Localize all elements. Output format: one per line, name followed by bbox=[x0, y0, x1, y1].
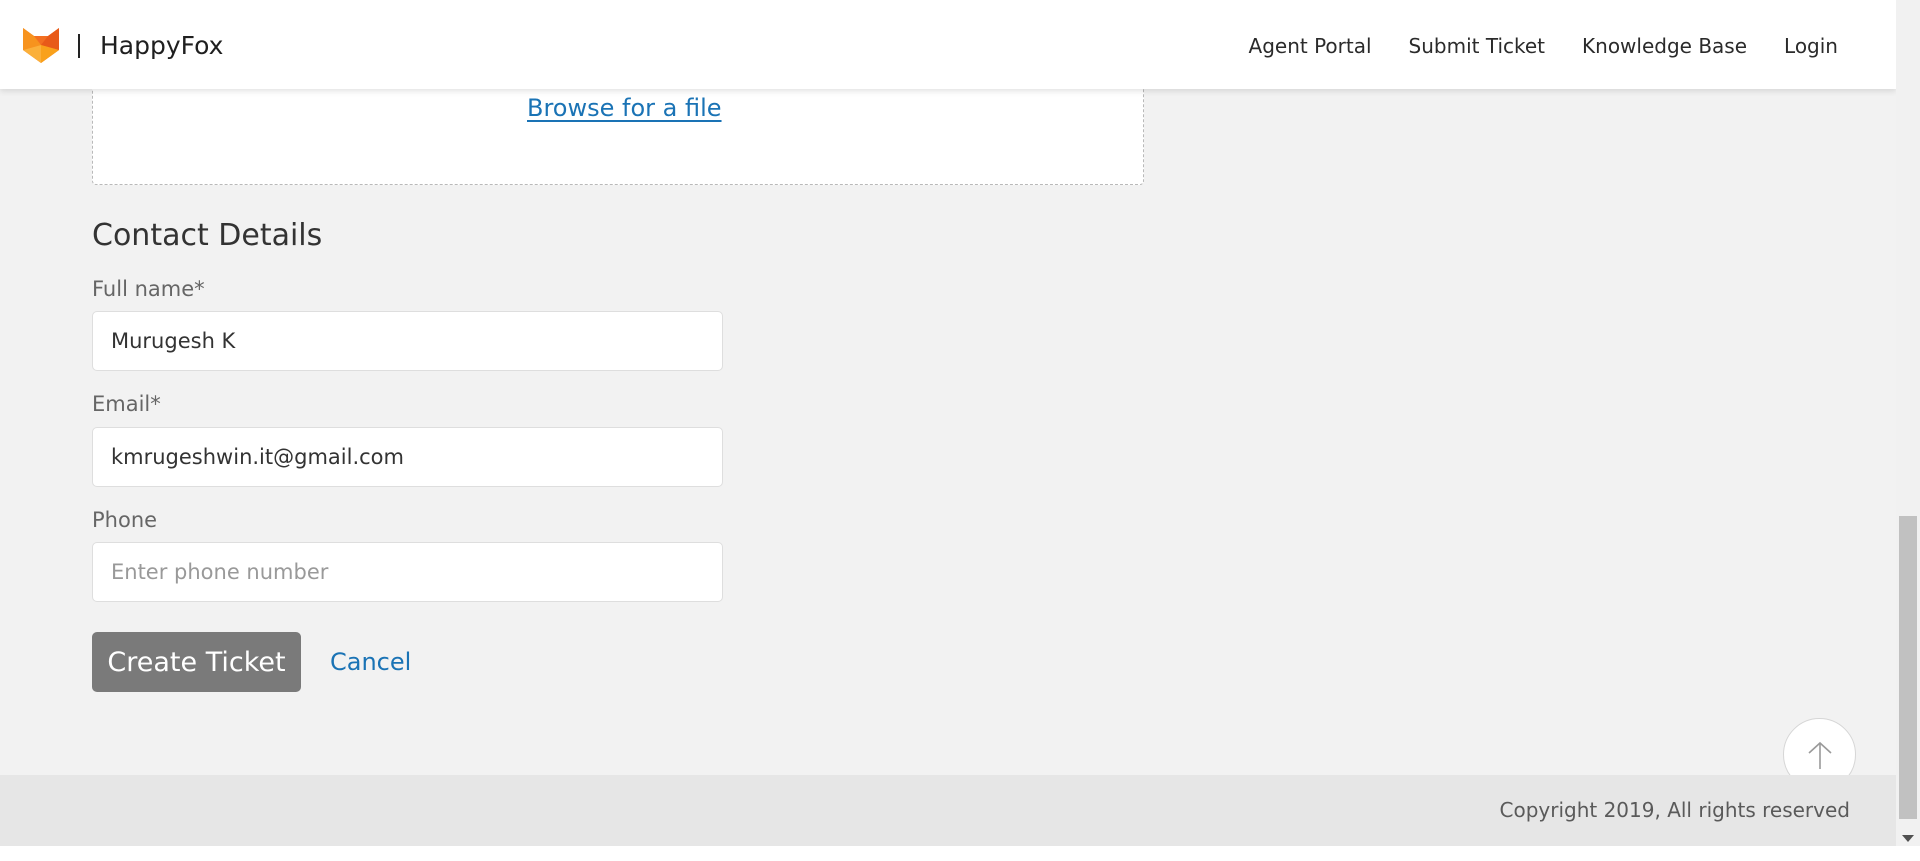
browse-file-link[interactable]: Browse for a file bbox=[527, 94, 722, 122]
page-footer: Copyright 2019, All rights reserved bbox=[0, 775, 1896, 846]
copyright-text: Copyright 2019, All rights reserved bbox=[1499, 798, 1851, 822]
phone-label: Phone bbox=[92, 508, 158, 532]
happyfox-logo-icon[interactable] bbox=[22, 26, 60, 64]
full-name-label: Full name* bbox=[92, 277, 205, 301]
brand-name[interactable]: HappyFox bbox=[100, 30, 223, 62]
nav-login[interactable]: Login bbox=[1784, 30, 1838, 62]
window-bottom-strip bbox=[0, 846, 1920, 861]
arrow-up-icon bbox=[1807, 741, 1832, 769]
page-scrollbar[interactable] bbox=[1896, 0, 1920, 846]
contact-details-heading: Contact Details bbox=[92, 218, 323, 253]
nav-knowledge-base[interactable]: Knowledge Base bbox=[1582, 30, 1747, 62]
nav-agent-portal[interactable]: Agent Portal bbox=[1249, 30, 1372, 62]
create-ticket-button[interactable]: Create Ticket bbox=[92, 632, 301, 692]
site-header: HappyFox Agent Portal Submit Ticket Know… bbox=[0, 0, 1896, 89]
cancel-link[interactable]: Cancel bbox=[330, 648, 411, 676]
email-label: Email* bbox=[92, 392, 161, 416]
page-viewport: Browse for a file Contact Details Full n… bbox=[0, 0, 1896, 846]
email-input[interactable] bbox=[92, 427, 723, 487]
scrollbar-thumb[interactable] bbox=[1899, 516, 1917, 819]
phone-input[interactable] bbox=[92, 542, 723, 602]
scroll-down-arrow-icon[interactable] bbox=[1902, 835, 1914, 842]
logo-divider bbox=[78, 34, 80, 58]
full-name-input[interactable] bbox=[92, 311, 723, 371]
nav-submit-ticket[interactable]: Submit Ticket bbox=[1409, 30, 1545, 62]
top-nav: Agent Portal Submit Ticket Knowledge Bas… bbox=[1249, 30, 1838, 62]
